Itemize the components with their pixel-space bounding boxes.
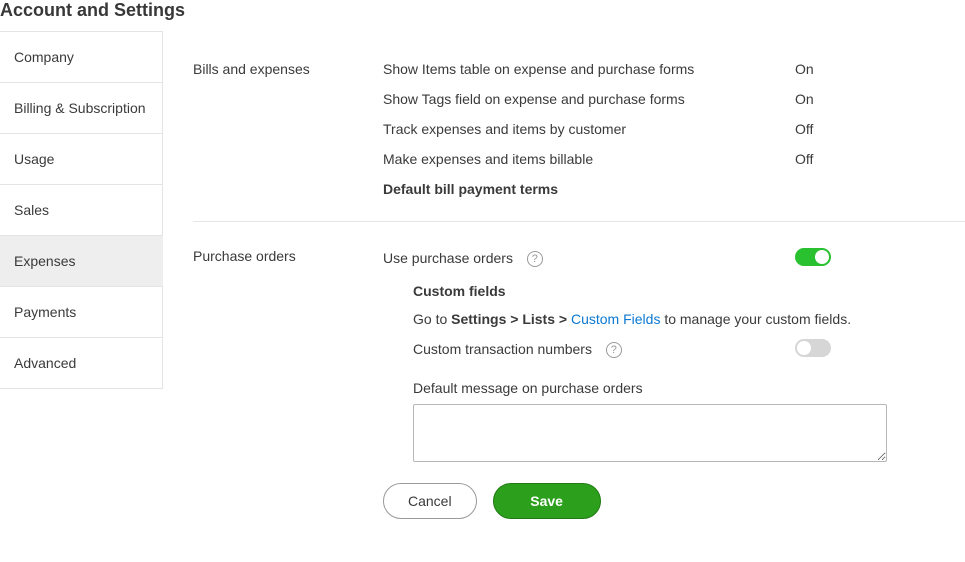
setting-show-items-table: Show Items table on expense and purchase…	[383, 61, 955, 77]
help-icon[interactable]: ?	[606, 342, 622, 358]
toggle-custom-transaction-numbers[interactable]	[795, 339, 831, 357]
custom-fields-heading: Custom fields	[413, 283, 955, 299]
sidebar-item-expenses[interactable]: Expenses	[0, 235, 163, 286]
toggle-use-purchase-orders[interactable]	[795, 248, 831, 266]
save-button[interactable]: Save	[493, 483, 601, 519]
sidebar-item-company[interactable]: Company	[0, 31, 163, 82]
setting-value: Off	[795, 151, 955, 167]
section-purchase-orders: Purchase orders Use purchase orders ? Cu…	[193, 221, 965, 543]
setting-track-by-customer: Track expenses and items by customer Off	[383, 121, 955, 137]
setting-value: On	[795, 61, 955, 77]
custom-fields-hint: Go to Settings > Lists > Custom Fields t…	[413, 311, 955, 327]
cancel-button[interactable]: Cancel	[383, 483, 477, 519]
setting-use-purchase-orders: Use purchase orders ?	[383, 248, 955, 269]
custom-fields-link[interactable]: Custom Fields	[571, 311, 660, 327]
setting-make-billable: Make expenses and items billable Off	[383, 151, 955, 167]
default-message-textarea[interactable]	[413, 404, 887, 462]
custom-fields-block: Custom fields Go to Settings > Lists > C…	[383, 283, 955, 519]
help-icon[interactable]: ?	[527, 251, 543, 267]
sidebar-item-usage[interactable]: Usage	[0, 133, 163, 184]
settings-sidebar: Company Billing & Subscription Usage Sal…	[0, 31, 163, 561]
setting-value: Off	[795, 121, 955, 137]
layout: Company Billing & Subscription Usage Sal…	[0, 31, 965, 561]
sidebar-item-billing[interactable]: Billing & Subscription	[0, 82, 163, 133]
setting-default-bill-terms: Default bill payment terms	[383, 181, 955, 197]
section-heading-bills: Bills and expenses	[193, 61, 383, 197]
setting-value: On	[795, 91, 955, 107]
setting-custom-transaction-numbers: Custom transaction numbers ?	[413, 339, 955, 360]
page-title: Account and Settings	[0, 0, 965, 31]
button-row: Cancel Save	[383, 483, 955, 519]
setting-show-tags-field: Show Tags field on expense and purchase …	[383, 91, 955, 107]
settings-main: Bills and expenses Show Items table on e…	[163, 31, 965, 561]
sidebar-item-advanced[interactable]: Advanced	[0, 337, 163, 389]
section-heading-po: Purchase orders	[193, 248, 383, 519]
section-bills-expenses: Bills and expenses Show Items table on e…	[193, 61, 965, 221]
sidebar-item-sales[interactable]: Sales	[0, 184, 163, 235]
sidebar-item-payments[interactable]: Payments	[0, 286, 163, 337]
default-message-label: Default message on purchase orders	[413, 380, 955, 396]
